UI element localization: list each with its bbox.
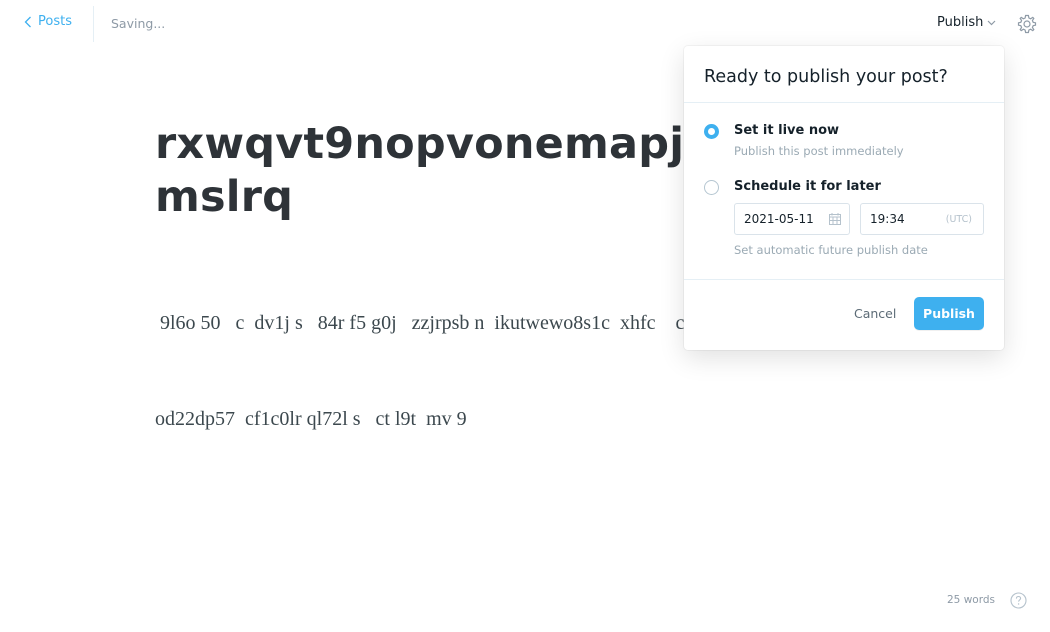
schedule-time-value: 19:34: [870, 212, 905, 226]
post-body-line: od22dp57 cf1c0lr ql72l s ct l9t mv 9: [155, 408, 467, 430]
popover-footer: Cancel Publish: [684, 279, 1004, 351]
cancel-button[interactable]: Cancel: [854, 306, 896, 321]
schedule-hint: Set automatic future publish date: [734, 243, 928, 257]
post-body-line: 9l6o 50 c dv1j s 84r f5 g0j zzjrpsb n ik…: [155, 312, 685, 334]
settings-button[interactable]: [1016, 13, 1038, 35]
back-link-label: Posts: [38, 14, 72, 29]
schedule-date-input[interactable]: 2021-05-11: [734, 203, 850, 235]
header-divider: [93, 6, 94, 42]
word-count: 25 words: [947, 594, 995, 606]
post-body[interactable]: 9l6o 50 c dv1j s 84r f5 g0j zzjrpsb n ik…: [155, 243, 685, 499]
publish-menu-label: Publish: [937, 15, 984, 30]
post-title-line: rxwqvt9nopvonemapjlu: [155, 119, 715, 169]
publish-now-label[interactable]: Set it live now: [734, 123, 839, 138]
chevron-down-icon: [987, 15, 996, 30]
publish-now-radio[interactable]: [704, 124, 719, 139]
calendar-icon[interactable]: [829, 213, 841, 228]
question-circle-icon: [1010, 592, 1027, 613]
publish-menu-button[interactable]: Publish: [937, 15, 996, 30]
schedule-later-label[interactable]: Schedule it for later: [734, 179, 881, 194]
post-title[interactable]: rxwqvt9nopvonemapjlu mslrq: [155, 118, 715, 224]
timezone-label: (UTC): [945, 214, 972, 225]
publish-now-description: Publish this post immediately: [734, 144, 904, 158]
save-status: Saving...: [111, 16, 166, 31]
chevron-left-icon: [24, 16, 32, 28]
editor-page: Posts Saving... Publish rxwqvt9nopvonema…: [0, 0, 1050, 632]
gear-icon: [1016, 14, 1038, 39]
popover-title: Ready to publish your post?: [684, 46, 1004, 103]
publish-button[interactable]: Publish: [914, 297, 984, 330]
help-button[interactable]: [1010, 592, 1027, 609]
post-title-line: mslrq: [155, 172, 294, 222]
schedule-time-input[interactable]: 19:34 (UTC): [860, 203, 984, 235]
schedule-later-radio[interactable]: [704, 180, 719, 195]
publish-popover: Ready to publish your post? Set it live …: [684, 46, 1004, 350]
back-to-posts-link[interactable]: Posts: [24, 14, 72, 29]
schedule-date-value: 2021-05-11: [744, 212, 814, 226]
